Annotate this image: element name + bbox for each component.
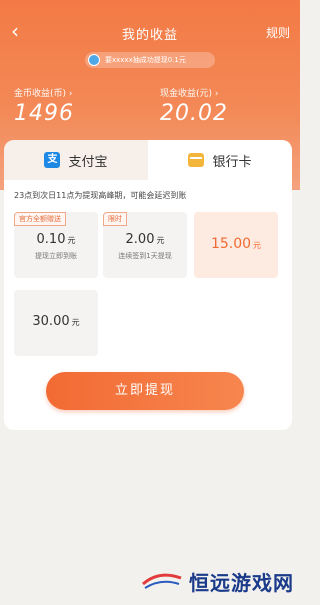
tab-bank-card[interactable]: 银行卡 (148, 140, 292, 180)
option-amount: 30.00 元 (32, 314, 80, 329)
withdraw-ticker: 要xxxxx抽成功提现0.1元 (85, 52, 215, 68)
payment-tabs: 支 支付宝 银行卡 (4, 140, 292, 180)
amount-option-0[interactable]: 官方全额赠送 0.10 元 提现立即到账 (14, 212, 98, 278)
coins-stat[interactable]: 金币收益(币) › 1496 (14, 86, 74, 126)
alipay-icon: 支 (44, 152, 61, 168)
ticker-text: 要xxxxx抽成功提现0.1元 (105, 56, 186, 64)
avatar-icon (88, 54, 100, 66)
watermark-logo-icon (142, 573, 182, 589)
tab-alipay-label: 支付宝 (68, 154, 108, 170)
tab-bank-label: 银行卡 (212, 154, 252, 170)
amount-option-2[interactable]: 15.00 元 (194, 212, 278, 278)
cash-stat[interactable]: 现金收益(元) › 20.02 (160, 86, 228, 126)
option-amount: 0.10 元 (36, 232, 76, 247)
cash-label: 现金收益(元) › (160, 89, 219, 99)
top-bar: ‹ 我的收益 规则 (0, 0, 300, 58)
page-title: 我的收益 (121, 28, 178, 43)
amount-option-3[interactable]: 30.00 元 (14, 290, 98, 356)
rules-link[interactable]: 规则 (266, 24, 290, 41)
option-amount: 15.00 元 (210, 236, 262, 252)
option-desc: 连续签到1天提现 (118, 252, 172, 260)
cash-value: 20.02 (160, 101, 228, 126)
amount-option-1[interactable]: 限时 2.00 元 连续签到1天提现 (103, 212, 187, 278)
coins-value: 1496 (14, 101, 74, 126)
option-desc: 提现立即到账 (35, 252, 77, 260)
watermark: 恒远游戏网 (139, 565, 294, 597)
withdraw-button[interactable]: 立即提现 (46, 372, 244, 410)
option-tag: 官方全额赠送 (14, 212, 66, 226)
option-amount: 2.00 元 (125, 232, 165, 247)
coins-label: 金币收益(币) › (14, 89, 73, 99)
watermark-text: 恒远游戏网 (189, 570, 294, 595)
footer-area: 恒远游戏网 (0, 430, 300, 605)
peak-notice: 23点到次日11点为提现高峰期，可能会延迟到账 (14, 191, 187, 200)
bank-card-icon (188, 153, 205, 167)
option-tag: 限时 (103, 212, 127, 226)
tab-alipay[interactable]: 支 支付宝 (4, 140, 148, 180)
